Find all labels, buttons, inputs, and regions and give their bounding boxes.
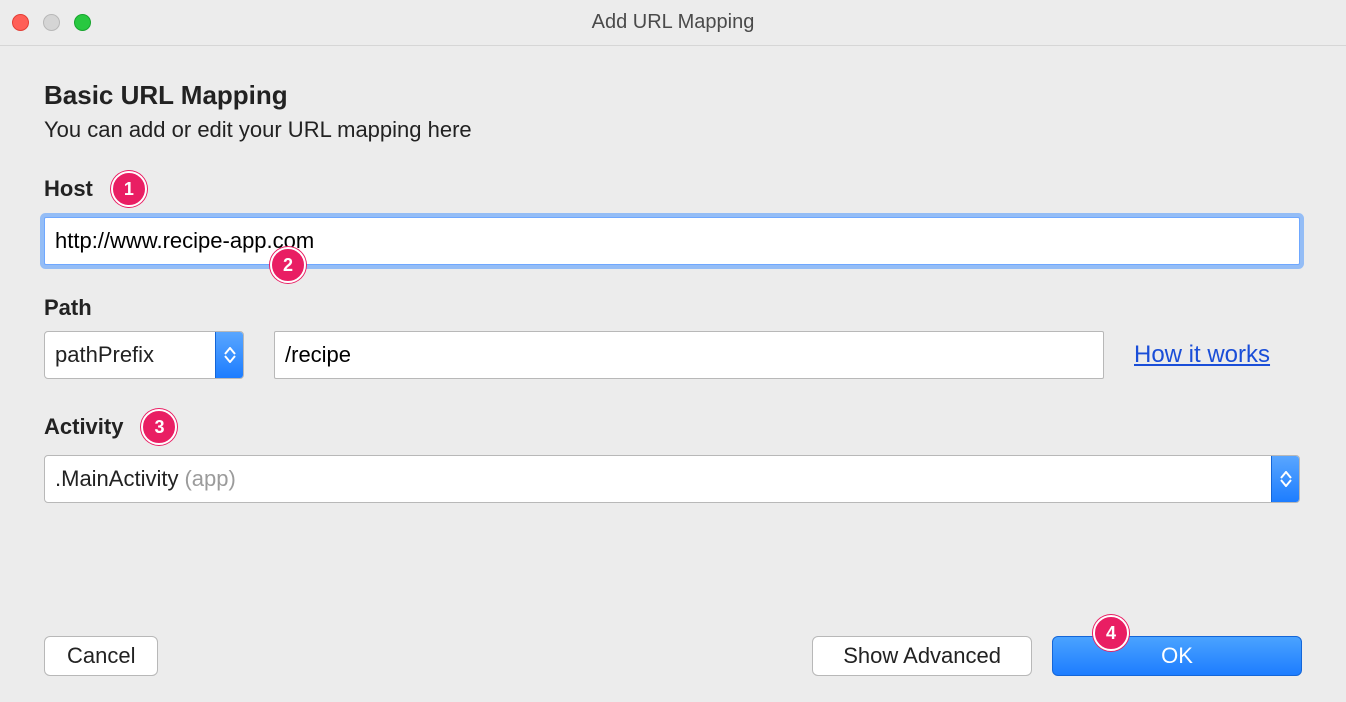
callout-badge-2: 2	[270, 247, 306, 283]
zoom-window-button[interactable]	[74, 14, 91, 31]
activity-value-main: .MainActivity	[55, 466, 178, 492]
path-group: Path 2 pathPrefix How it works	[44, 295, 1302, 379]
callout-badge-3: 3	[141, 409, 177, 445]
ok-button[interactable]: 4 OK	[1052, 636, 1302, 676]
window-title: Add URL Mapping	[0, 11, 1346, 34]
minimize-window-button	[43, 14, 60, 31]
path-label-row: Path	[44, 295, 1302, 321]
close-window-button[interactable]	[12, 14, 29, 31]
path-row: pathPrefix How it works	[44, 331, 1302, 379]
callout-badge-1: 1	[111, 171, 147, 207]
activity-group: Activity 3 .MainActivity (app)	[44, 409, 1302, 503]
path-type-value: pathPrefix	[45, 332, 215, 378]
select-stepper-icon	[1271, 456, 1299, 502]
activity-label-row: Activity 3	[44, 409, 1302, 445]
activity-label: Activity	[44, 414, 123, 440]
titlebar: Add URL Mapping	[0, 0, 1346, 46]
activity-value: .MainActivity (app)	[45, 456, 1271, 502]
path-type-select[interactable]: pathPrefix	[44, 331, 244, 379]
section-subtitle: You can add or edit your URL mapping her…	[44, 117, 1302, 143]
select-stepper-icon	[215, 332, 243, 378]
activity-value-hint: (app)	[184, 466, 235, 492]
host-input[interactable]	[44, 217, 1300, 265]
activity-select[interactable]: .MainActivity (app)	[44, 455, 1300, 503]
callout-badge-4: 4	[1093, 615, 1129, 651]
how-it-works-link[interactable]: How it works	[1134, 341, 1270, 369]
path-input[interactable]	[274, 331, 1104, 379]
host-label: Host	[44, 176, 93, 202]
dialog-content: Basic URL Mapping You can add or edit yo…	[0, 46, 1346, 557]
show-advanced-button[interactable]: Show Advanced	[812, 636, 1032, 676]
ok-button-label: OK	[1161, 643, 1193, 669]
dialog-footer: Cancel Show Advanced 4 OK	[44, 636, 1302, 676]
section-title: Basic URL Mapping	[44, 80, 1302, 111]
host-group: Host 1	[44, 171, 1302, 265]
host-label-row: Host 1	[44, 171, 1302, 207]
window-controls	[12, 0, 91, 45]
path-label: Path	[44, 295, 92, 321]
cancel-button[interactable]: Cancel	[44, 636, 158, 676]
